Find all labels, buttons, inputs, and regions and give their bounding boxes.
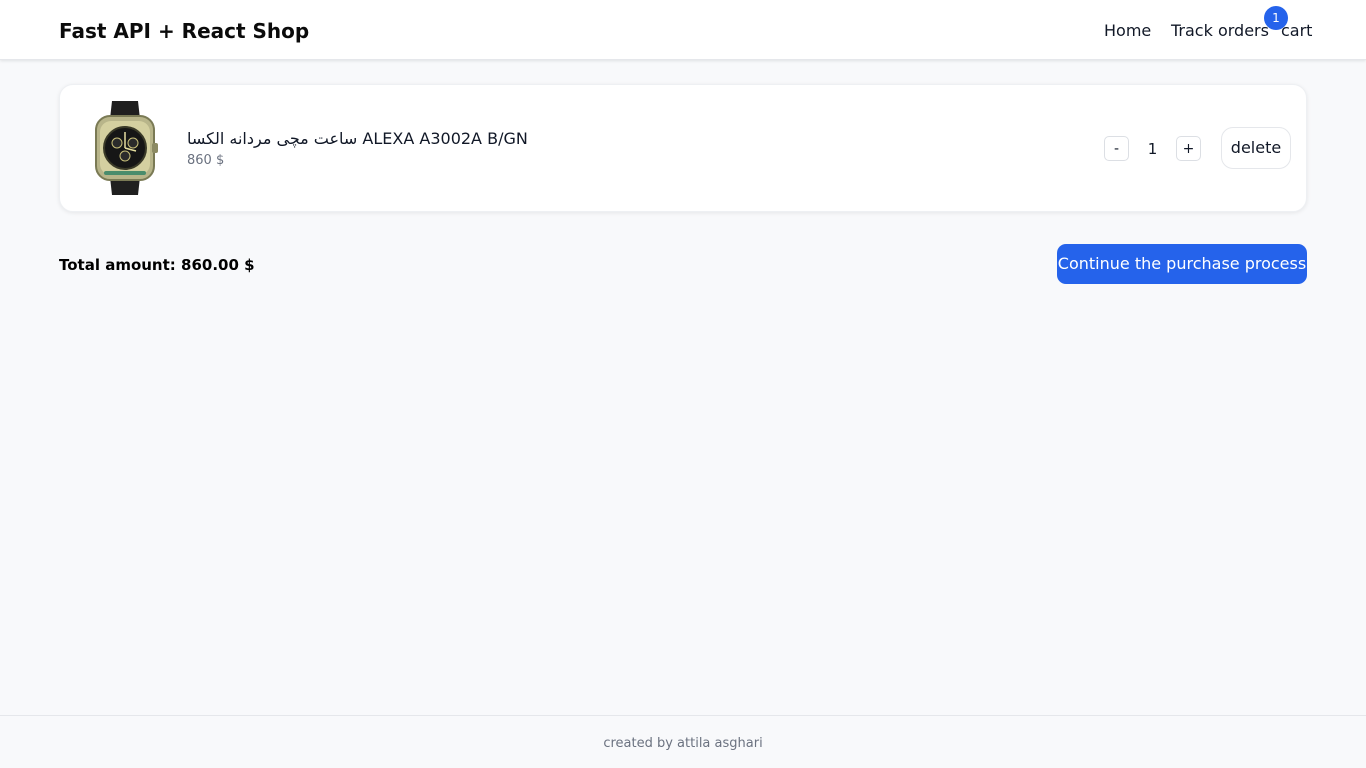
delete-item-button[interactable]: delete: [1221, 127, 1291, 169]
quantity-decrease-button[interactable]: -: [1104, 136, 1129, 161]
nav-track-orders-link[interactable]: Track orders: [1171, 20, 1269, 42]
product-watch-image: [95, 101, 158, 195]
nav-cart-link[interactable]: cart: [1281, 20, 1312, 42]
quantity-value: 1: [1147, 140, 1158, 158]
total-amount: Total amount: 860.00 $: [59, 256, 255, 274]
continue-purchase-button[interactable]: Continue the purchase process: [1057, 244, 1307, 284]
cart-item-card: ساعت مچی مردانه الکسا ALEXA A3002A B/GN …: [59, 84, 1307, 212]
navbar: Fast API + React Shop Home Track orders …: [0, 0, 1366, 60]
quantity-increase-button[interactable]: +: [1176, 136, 1201, 161]
product-price: 860 $: [187, 153, 225, 168]
footer: created by attila asghari: [0, 715, 1366, 768]
footer-credit-text: created by attila asghari: [603, 736, 763, 751]
product-name[interactable]: ساعت مچی مردانه الکسا ALEXA A3002A B/GN: [187, 127, 528, 151]
brand-title[interactable]: Fast API + React Shop: [59, 18, 309, 44]
nav-home-link[interactable]: Home: [1104, 20, 1151, 42]
